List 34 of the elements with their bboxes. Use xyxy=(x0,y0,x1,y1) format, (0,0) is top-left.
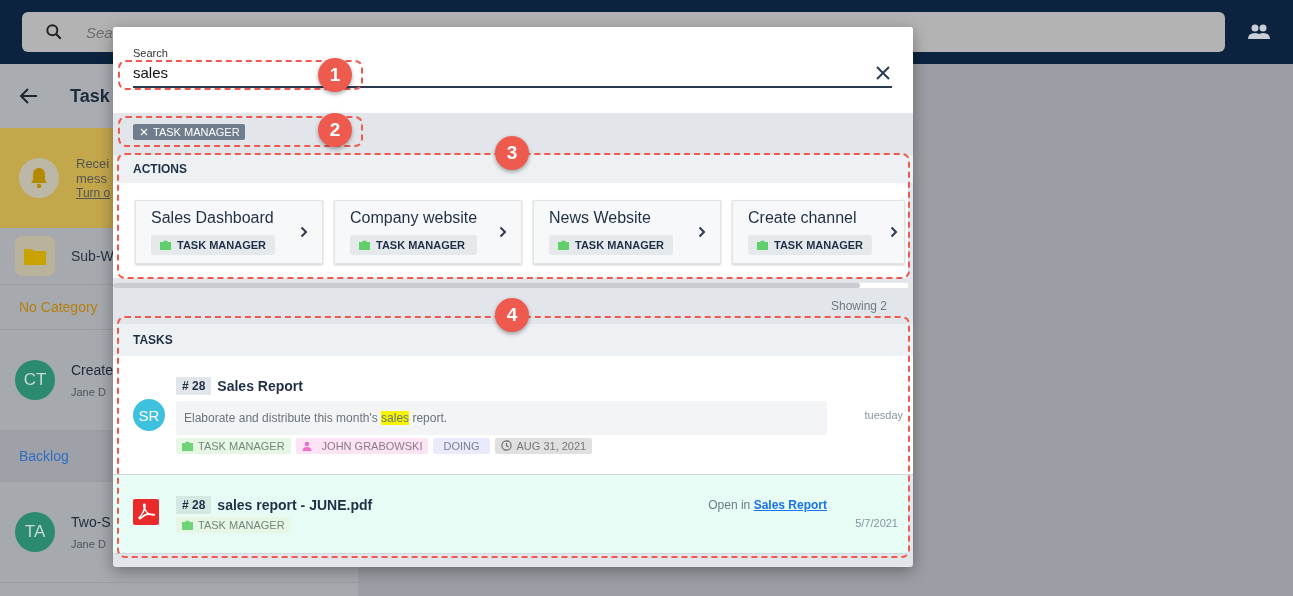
task-date: 5/7/2021 xyxy=(855,517,898,529)
task-assignee: Jane D xyxy=(71,386,107,398)
result-count: Showing 2 xyxy=(830,299,887,313)
action-title: Company website xyxy=(350,209,478,227)
section-heading: TASKS xyxy=(133,333,173,347)
avatar: CT xyxy=(15,360,55,400)
workspace-name: TASK MANAGER xyxy=(376,239,465,251)
action-title: Create channel xyxy=(748,209,858,227)
avatar: TA xyxy=(15,512,55,552)
workspace-name: TASK MANAGER xyxy=(177,239,266,251)
avatar: SR xyxy=(133,399,165,431)
action-title: Sales Dashboard xyxy=(151,209,275,227)
task-number: # 28 xyxy=(176,376,212,395)
notification-text: mess xyxy=(76,170,109,186)
callout-number: 2 xyxy=(318,113,352,147)
callout-number: 4 xyxy=(495,298,529,332)
search-label: Search xyxy=(133,47,169,59)
callout-number: 3 xyxy=(495,136,529,170)
page-title: Task xyxy=(70,85,110,107)
task-number: # 28 xyxy=(176,495,212,514)
status-label: DOING xyxy=(443,439,480,452)
action-title: News Website xyxy=(549,209,652,227)
workspace-name: TASK MANAGER xyxy=(774,239,863,251)
workspace-label: TASK MANAGER xyxy=(198,439,285,452)
task-assignee: Jane D xyxy=(71,538,107,550)
due-label: AUG 31, 2021 xyxy=(516,439,587,452)
task-description: Elaborate and distribute this month's sales report. xyxy=(176,400,827,435)
task-date: tuesday xyxy=(864,409,903,421)
notification-text: Recei xyxy=(76,155,111,171)
workspace-name: TASK MANAGER xyxy=(575,239,664,251)
workspace-label: TASK MANAGER xyxy=(198,518,285,531)
section-heading: ACTIONS xyxy=(133,162,187,176)
assignee-label: JOHN GRABOWSKI xyxy=(321,439,423,452)
open-in-text: Open in Sales Report xyxy=(708,497,827,512)
